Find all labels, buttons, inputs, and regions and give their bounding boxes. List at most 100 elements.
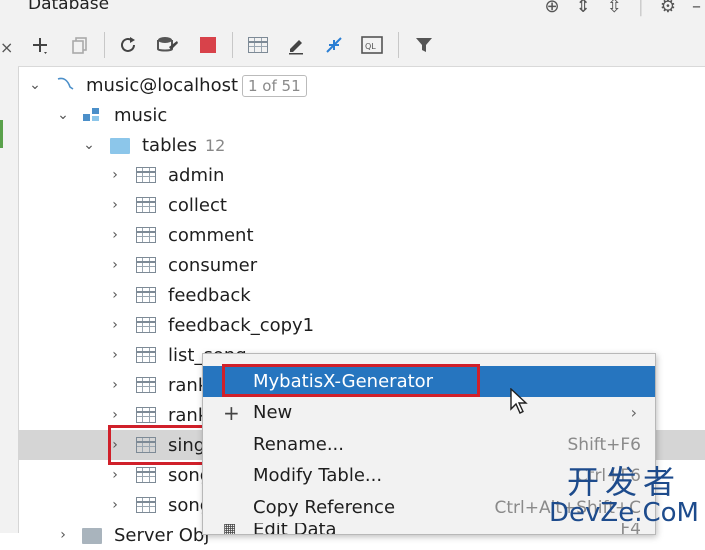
chevron-right-icon[interactable]: › bbox=[108, 407, 122, 423]
table-label: consumer bbox=[168, 254, 258, 276]
jump-icon-svg bbox=[326, 37, 342, 53]
status-mark bbox=[0, 120, 17, 148]
highlight-box-table bbox=[108, 425, 210, 465]
db-properties-icon[interactable] bbox=[156, 33, 180, 57]
menu-item-label: New bbox=[253, 402, 293, 423]
edit-icon[interactable] bbox=[284, 33, 308, 57]
edit-icon-svg bbox=[289, 40, 303, 55]
chevron-right-icon[interactable]: › bbox=[56, 527, 70, 543]
duplicate-icon[interactable] bbox=[68, 33, 92, 57]
folder-icon bbox=[110, 138, 130, 154]
filter-icon[interactable] bbox=[412, 33, 436, 57]
add-icon[interactable] bbox=[28, 33, 52, 57]
db-properties-icon-svg bbox=[157, 37, 178, 52]
tree-node-schema[interactable]: ⌄ music bbox=[18, 100, 705, 130]
chevron-right-icon[interactable]: › bbox=[108, 257, 122, 273]
table-icon bbox=[136, 227, 156, 243]
table-grid bbox=[248, 37, 268, 53]
table-icon bbox=[136, 497, 156, 513]
table-icon bbox=[136, 287, 156, 303]
menu-item-label: Edit Data bbox=[253, 523, 337, 534]
table-row[interactable]: › comment bbox=[18, 220, 705, 250]
tool-window-title: Database bbox=[28, 0, 110, 14]
chevron-right-icon[interactable]: › bbox=[108, 287, 122, 303]
server-objects-label: Server Obj bbox=[114, 524, 210, 546]
chevron-right-icon[interactable]: › bbox=[108, 317, 122, 333]
table-icon bbox=[136, 347, 156, 363]
toolbar-separator bbox=[104, 32, 105, 58]
tables-count: 12 bbox=[204, 135, 226, 155]
ql-icon-svg: QL bbox=[361, 36, 383, 54]
separator: | bbox=[637, 0, 644, 17]
chevron-right-icon[interactable]: › bbox=[108, 377, 122, 393]
table-icon bbox=[136, 407, 156, 423]
table-row[interactable]: › collect bbox=[18, 190, 705, 220]
connection-badge: 1 of 51 bbox=[242, 75, 307, 97]
plus-icon: + bbox=[223, 400, 240, 425]
gear-icon[interactable]: ⚙ bbox=[660, 0, 676, 17]
table-label: collect bbox=[168, 194, 227, 216]
table-row[interactable]: › feedback bbox=[18, 280, 705, 310]
schema-label: music bbox=[114, 104, 168, 126]
close-icon[interactable]: × bbox=[0, 38, 13, 57]
chevron-right-icon[interactable]: › bbox=[108, 227, 122, 243]
menu-item-new[interactable]: + New › bbox=[203, 397, 655, 428]
table-icon bbox=[136, 317, 156, 333]
chevron-right-icon[interactable]: › bbox=[108, 467, 122, 483]
expand-all-icon[interactable]: ⇕ bbox=[576, 0, 591, 17]
refresh-icon-svg bbox=[121, 37, 135, 52]
chevron-right-icon[interactable]: › bbox=[108, 347, 122, 363]
header-actions: ⊕ ⇕ ⇳ | ⚙ – bbox=[545, 0, 702, 17]
connection-label: music@localhost bbox=[86, 74, 239, 96]
table-icon bbox=[136, 467, 156, 483]
menu-item-label: Modify Table... bbox=[253, 465, 383, 486]
jump-to-source-icon[interactable] bbox=[322, 33, 346, 57]
table-small-icon: ▦ bbox=[223, 523, 237, 534]
stop-icon[interactable] bbox=[196, 33, 220, 57]
tables-folder-name: tables bbox=[142, 134, 197, 156]
chevron-down-icon[interactable]: ⌄ bbox=[56, 107, 70, 123]
table-row[interactable]: › consumer bbox=[18, 250, 705, 280]
table-icon bbox=[136, 167, 156, 183]
menu-item-shortcut: Shift+F6 bbox=[567, 434, 641, 455]
svg-text:QL: QL bbox=[365, 42, 376, 51]
menu-item-label: Rename... bbox=[253, 434, 344, 455]
target-icon[interactable]: ⊕ bbox=[545, 0, 560, 17]
table-row[interactable]: › admin bbox=[18, 160, 705, 190]
table-icon bbox=[136, 197, 156, 213]
table-label: comment bbox=[168, 224, 254, 246]
duplicate-icon-svg bbox=[72, 37, 87, 54]
menu-item-label: Copy Reference bbox=[253, 497, 396, 518]
table-label: feedback bbox=[168, 284, 251, 306]
tool-window-header: Database ⊕ ⇕ ⇳ | ⚙ – bbox=[18, 0, 705, 24]
tables-folder-label: tables 12 bbox=[142, 135, 225, 156]
chevron-down-icon[interactable]: ⌄ bbox=[28, 77, 42, 93]
chevron-right-icon[interactable]: › bbox=[108, 167, 122, 183]
table-view-icon[interactable] bbox=[246, 33, 270, 57]
watermark-line2: DevZe.CoM bbox=[549, 498, 699, 528]
mouse-cursor-icon bbox=[510, 388, 528, 414]
filter-icon-svg bbox=[416, 38, 432, 52]
folder-icon bbox=[82, 528, 102, 544]
tree-node-connection[interactable]: ⌄ music@localhost bbox=[18, 70, 705, 100]
schema-icon bbox=[83, 108, 99, 121]
highlight-box-menu-item bbox=[222, 364, 480, 397]
chevron-right-icon[interactable]: › bbox=[108, 497, 122, 513]
submenu-arrow-icon: › bbox=[630, 403, 637, 422]
tree-node-tables-folder[interactable]: ⌄ tables 12 bbox=[18, 130, 705, 160]
database-toolbar: QL bbox=[18, 24, 705, 67]
table-label: feedback_copy1 bbox=[168, 314, 315, 336]
minimize-icon[interactable]: – bbox=[692, 0, 701, 17]
mysql-icon bbox=[57, 77, 74, 90]
menu-item-rename[interactable]: Rename... Shift+F6 bbox=[203, 429, 655, 460]
watermark-line1: 开发者 bbox=[567, 463, 682, 501]
chevron-right-icon[interactable]: › bbox=[108, 197, 122, 213]
watermark: 开发者 DevZe.CoM bbox=[549, 465, 699, 527]
table-row[interactable]: › feedback_copy1 bbox=[18, 310, 705, 340]
add-icon-svg bbox=[33, 38, 47, 54]
collapse-all-icon[interactable]: ⇳ bbox=[607, 0, 622, 17]
query-console-icon[interactable]: QL bbox=[360, 33, 384, 57]
refresh-icon[interactable] bbox=[116, 33, 140, 57]
chevron-down-icon[interactable]: ⌄ bbox=[82, 137, 96, 153]
toolbar-separator bbox=[232, 32, 233, 58]
